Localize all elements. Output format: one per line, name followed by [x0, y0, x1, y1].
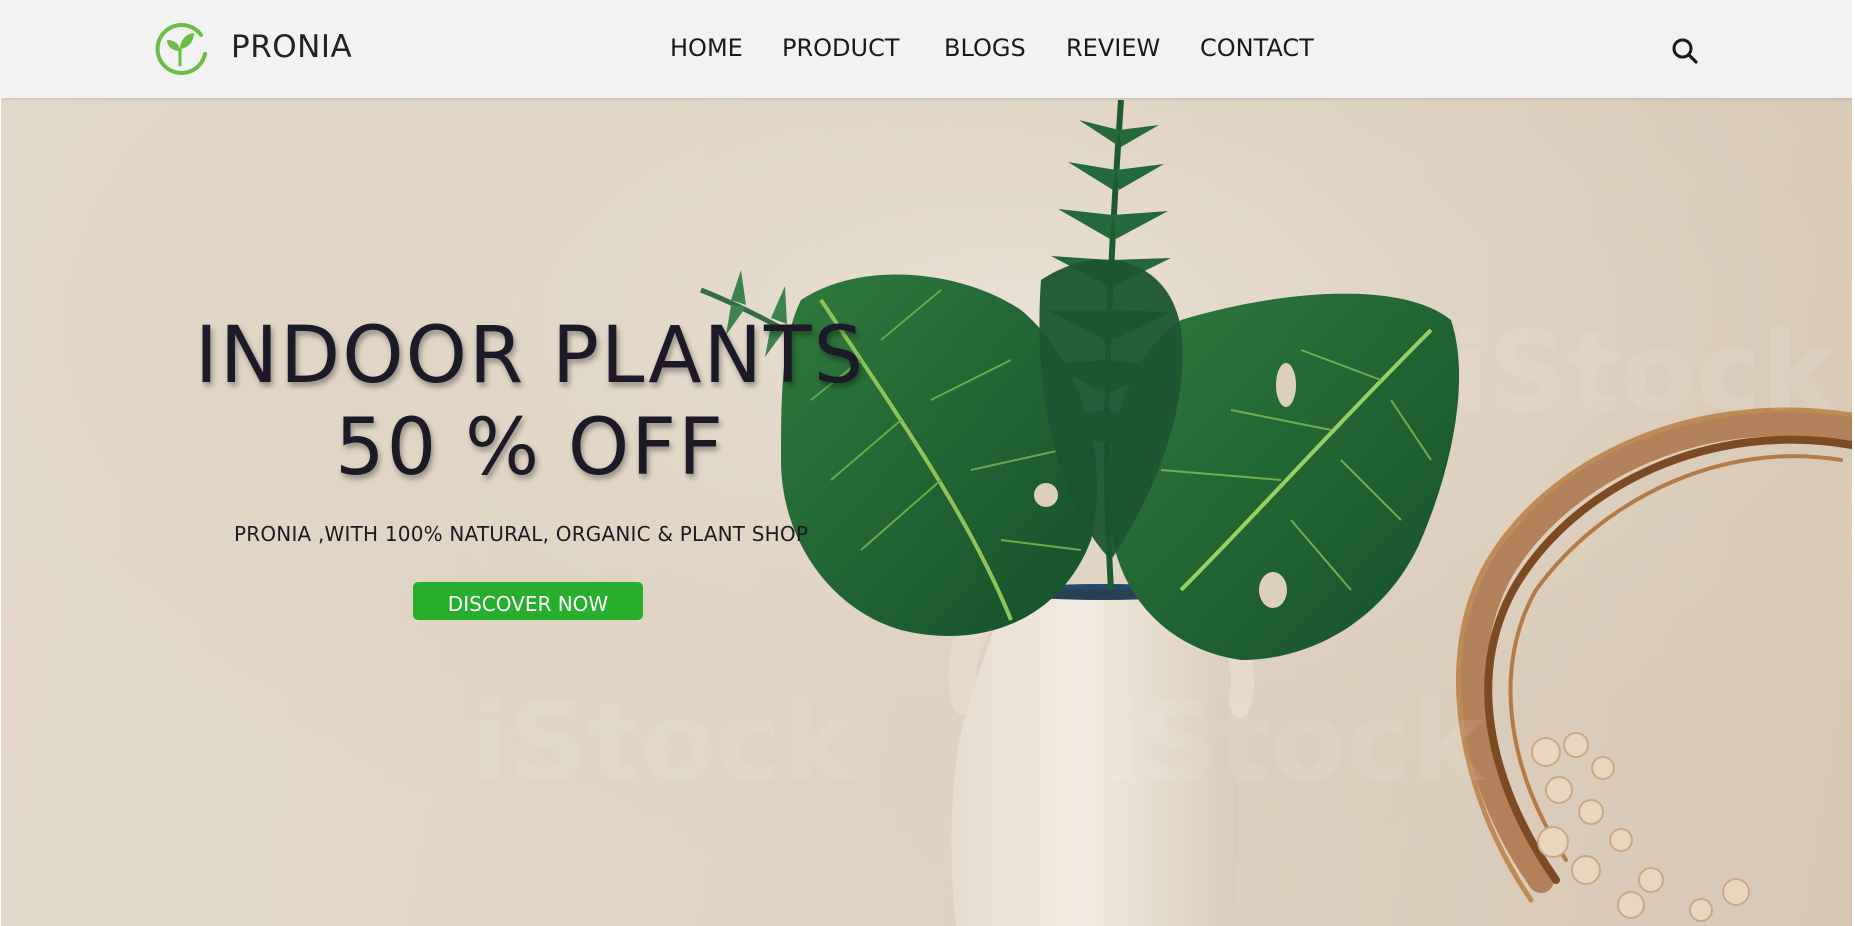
hero-subtitle: PRONIA ,WITH 100% NATURAL, ORGANIC & PLA… [234, 522, 809, 546]
hero-title-line-2: 50 % OFF [334, 403, 726, 493]
svg-text:iStock: iStock [1101, 678, 1487, 806]
nav-product[interactable]: PRODUCT [782, 34, 944, 62]
svg-text:iStock: iStock [471, 678, 857, 806]
page: iStock iStock iStock PRONIA HOME PRODUCT… [0, 0, 1855, 926]
nav-home[interactable]: HOME [670, 34, 782, 62]
nav-review[interactable]: REVIEW [1066, 34, 1200, 62]
main-nav: HOME PRODUCT BLOGS REVIEW CONTACT [670, 34, 1314, 62]
top-navbar: PRONIA HOME PRODUCT BLOGS REVIEW CONTACT [1, 0, 1852, 98]
discover-now-button[interactable]: DISCOVER NOW [413, 582, 643, 620]
hero-title: INDOOR PLANTS 50 % OFF [170, 310, 890, 494]
hero-title-line-1: INDOOR PLANTS [194, 311, 866, 401]
leaf-logo-icon[interactable] [153, 21, 208, 76]
search-icon[interactable] [1671, 37, 1699, 65]
svg-text:iStock: iStock [1451, 308, 1837, 436]
nav-contact[interactable]: CONTACT [1200, 34, 1314, 62]
nav-blogs[interactable]: BLOGS [944, 34, 1066, 62]
brand-name[interactable]: PRONIA [231, 29, 352, 65]
